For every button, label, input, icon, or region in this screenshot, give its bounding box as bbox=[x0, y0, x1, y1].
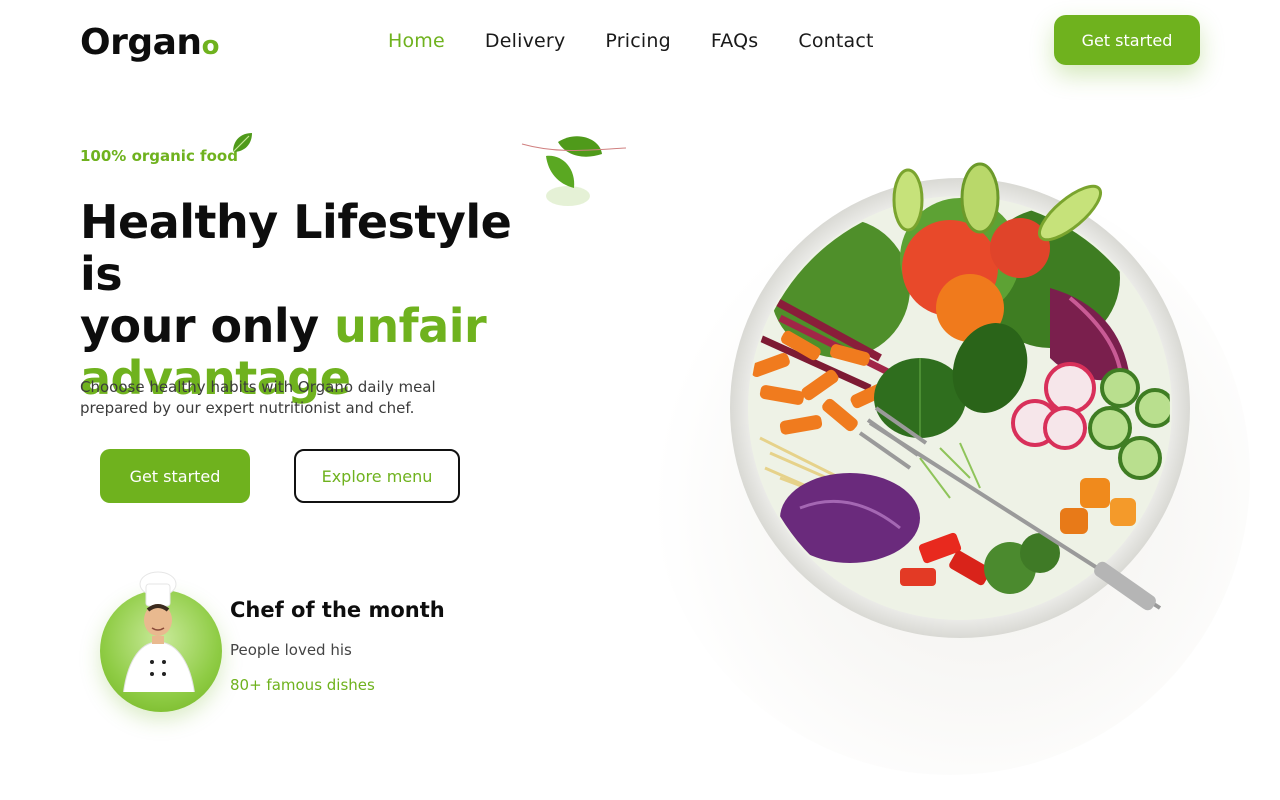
hero-title: Healthy Lifestyle is your only unfair ad… bbox=[80, 196, 550, 404]
salad-bowl-image bbox=[730, 162, 1190, 638]
leaf-icon bbox=[232, 133, 252, 153]
chef-dishes-count: 80+ famous dishes bbox=[230, 676, 375, 694]
chef-illustration bbox=[123, 571, 195, 692]
hero-title-highlight1: unfair bbox=[334, 299, 487, 353]
get-started-button[interactable]: Get started bbox=[100, 449, 250, 503]
nav-home[interactable]: Home bbox=[388, 30, 445, 52]
main-nav: Home Delivery Pricing FAQs Contact bbox=[388, 30, 874, 52]
chef-of-month-title: Chef of the month bbox=[230, 598, 445, 622]
explore-menu-button[interactable]: Explore menu bbox=[294, 449, 460, 503]
nav-contact[interactable]: Contact bbox=[798, 30, 873, 52]
chef-avatar bbox=[100, 571, 222, 712]
organic-tag: 100% organic food bbox=[80, 147, 238, 165]
nav-delivery[interactable]: Delivery bbox=[485, 30, 565, 52]
logo-accent: o bbox=[201, 31, 220, 61]
nav-pricing[interactable]: Pricing bbox=[605, 30, 670, 52]
hero-title-line1: Healthy Lifestyle is bbox=[80, 195, 512, 301]
hero-description: Chooose healthy habits with Organo daily… bbox=[80, 378, 436, 417]
brand-logo[interactable]: Organo bbox=[80, 22, 219, 63]
nav-faqs[interactable]: FAQs bbox=[711, 30, 759, 52]
header-get-started-button[interactable]: Get started bbox=[1054, 15, 1200, 65]
logo-text: Organ bbox=[80, 22, 202, 63]
chef-subtitle: People loved his bbox=[230, 641, 352, 659]
hero-title-line2: your only bbox=[80, 299, 335, 353]
